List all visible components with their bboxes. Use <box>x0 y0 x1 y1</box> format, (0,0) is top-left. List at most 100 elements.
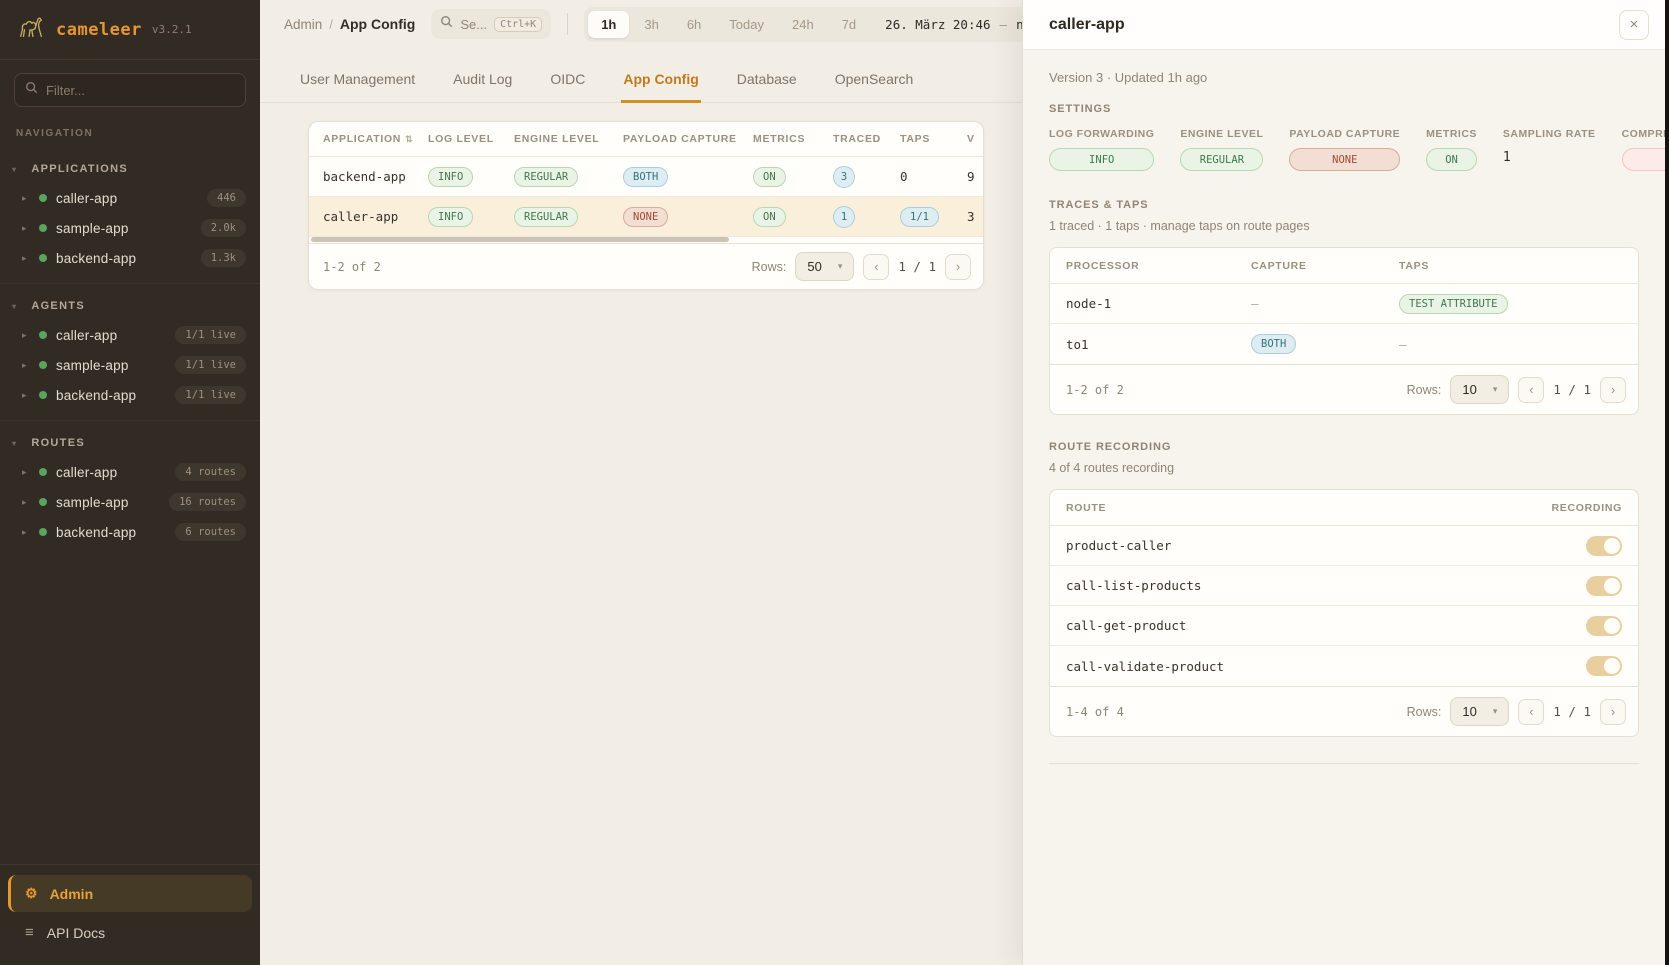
app-version: v3.2.1 <box>152 23 192 36</box>
field-label: METRICS <box>1426 128 1477 140</box>
table-header-row: APPLICATION ⇅ LOG LEVEL ENGINE LEVEL PAY… <box>309 122 983 157</box>
chevron-down-icon: ▾ <box>1493 706 1498 717</box>
col-application[interactable]: APPLICATION ⇅ <box>323 133 428 145</box>
cell-route: call-get-product <box>1066 618 1186 633</box>
search-placeholder-text: Se... <box>460 17 487 32</box>
close-panel-button[interactable]: × <box>1619 10 1649 40</box>
rows-per-page-select[interactable]: 10 ▾ <box>1450 375 1509 404</box>
sidebar-item-sample-app-routes[interactable]: ▸ sample-app 16 routes <box>0 487 260 517</box>
sidebar-filter[interactable] <box>14 73 246 107</box>
sidebar-item-backend-app-routes[interactable]: ▸ backend-app 6 routes <box>0 517 260 547</box>
col-taps: TAPS <box>900 133 967 145</box>
col-taps: TAPS <box>1399 260 1622 272</box>
sidebar-item-admin[interactable]: ⚙ Admin <box>8 875 252 912</box>
next-page-button[interactable]: › <box>945 254 971 280</box>
time-range-6h[interactable]: 6h <box>674 11 714 38</box>
status-dot <box>39 498 47 506</box>
tab-app-config[interactable]: App Config <box>621 58 700 103</box>
sidebar-item-backend-app-agent[interactable]: ▸ backend-app 1/1 live <box>0 380 260 410</box>
breadcrumb-parent[interactable]: Admin <box>284 17 322 32</box>
log-level-badge: INFO <box>428 167 473 187</box>
sidebar-item-caller-app[interactable]: ▸ caller-app 446 <box>0 183 260 213</box>
sidebar-item-caller-app-agent[interactable]: ▸ caller-app 1/1 live <box>0 320 260 350</box>
field-label: ENGINE LEVEL <box>1180 128 1263 140</box>
topbar-divider <box>567 13 568 35</box>
item-label: caller-app <box>56 465 166 480</box>
col-payload-capture: PAYLOAD CAPTURE <box>623 133 753 145</box>
chevron-right-icon: ▸ <box>22 527 30 538</box>
tab-opensearch[interactable]: OpenSearch <box>833 58 916 102</box>
count-badge: 1.3k <box>201 249 246 267</box>
col-recording: RECORDING <box>1552 502 1622 514</box>
sidebar-item-sample-app-agent[interactable]: ▸ sample-app 1/1 live <box>0 350 260 380</box>
sidebar-item-sample-app[interactable]: ▸ sample-app 2.0k <box>0 213 260 243</box>
sidebar-item-api-docs[interactable]: ≡ API Docs <box>8 912 252 953</box>
prev-page-button[interactable]: ‹ <box>863 254 889 280</box>
table-row-backend-app[interactable]: backend-app INFO REGULAR BOTH ON 3 0 9 <box>309 157 983 197</box>
page-indicator: 1 / 1 <box>1553 704 1591 719</box>
sidebar-item-backend-app[interactable]: ▸ backend-app 1.3k <box>0 243 260 273</box>
live-badge: 1/1 live <box>175 326 246 344</box>
traces-heading: TRACES & TAPS <box>1049 199 1639 211</box>
rows-per-page-select[interactable]: 50 ▾ <box>795 252 854 281</box>
table-row-caller-app[interactable]: caller-app INFO REGULAR NONE ON 1 1/1 3 <box>309 197 983 237</box>
page-indicator: 1 / 1 <box>898 259 936 274</box>
api-docs-label: API Docs <box>47 925 105 941</box>
group-label: ROUTES <box>31 437 85 449</box>
field-label: SAMPLING RATE <box>1503 128 1596 140</box>
time-range-24h[interactable]: 24h <box>779 11 827 38</box>
tab-database[interactable]: Database <box>735 58 799 102</box>
panel-divider <box>1049 763 1639 764</box>
traced-badge: 1 <box>833 206 855 228</box>
recording-toggle-on[interactable] <box>1586 616 1622 636</box>
col-metrics: METRICS <box>753 133 833 145</box>
traces-row-node-1[interactable]: node-1 — TEST ATTRIBUTE <box>1050 284 1638 324</box>
tab-user-management[interactable]: User Management <box>298 58 417 102</box>
sidebar-item-caller-app-routes[interactable]: ▸ caller-app 4 routes <box>0 457 260 487</box>
tab-oidc[interactable]: OIDC <box>548 58 587 102</box>
time-range-1h[interactable]: 1h <box>588 11 629 38</box>
recording-row-call-get-product: call-get-product <box>1050 606 1638 646</box>
recording-toggle-on[interactable] <box>1586 576 1622 596</box>
row-range: 1-4 of 4 <box>1066 705 1124 719</box>
time-range-7d[interactable]: 7d <box>829 11 869 38</box>
recording-toggle-on[interactable] <box>1586 536 1622 556</box>
cell-application: backend-app <box>323 169 428 184</box>
panel-body: Version 3 · Updated 1h ago SETTINGS LOG … <box>1023 50 1665 764</box>
group-header-routes[interactable]: ▾ ROUTES <box>0 429 260 457</box>
next-page-button[interactable]: › <box>1600 377 1626 403</box>
recording-row-call-validate-product: call-validate-product <box>1050 646 1638 686</box>
traces-row-to1[interactable]: to1 BOTH — <box>1050 324 1638 364</box>
recording-toggle-on[interactable] <box>1586 656 1622 676</box>
scrollbar-thumb[interactable] <box>311 237 729 242</box>
traces-header-row: PROCESSOR CAPTURE TAPS <box>1050 248 1638 284</box>
rows-per-page-select[interactable]: 10 ▾ <box>1450 697 1509 726</box>
cell-route: call-validate-product <box>1066 659 1224 674</box>
group-header-applications[interactable]: ▾ APPLICATIONS <box>0 155 260 183</box>
camel-logo-icon <box>16 12 46 47</box>
prev-page-button[interactable]: ‹ <box>1518 699 1544 725</box>
global-search-button[interactable]: Se... Ctrl+K <box>431 9 551 39</box>
cell-capture: — <box>1251 296 1399 311</box>
traces-table: PROCESSOR CAPTURE TAPS node-1 — TEST ATT… <box>1049 247 1639 415</box>
col-log-level: LOG LEVEL <box>428 133 514 145</box>
cell-route: product-caller <box>1066 538 1171 553</box>
field-engine-level: ENGINE LEVEL REGULAR <box>1180 128 1263 171</box>
group-header-agents[interactable]: ▾ AGENTS <box>0 292 260 320</box>
item-label: sample-app <box>56 221 192 236</box>
payload-capture-badge: NONE <box>623 207 668 227</box>
log-forwarding-badge: INFO <box>1049 148 1154 171</box>
field-log-forwarding: LOG FORWARDING INFO <box>1049 128 1154 171</box>
time-range-3h[interactable]: 3h <box>631 11 671 38</box>
col-processor: PROCESSOR <box>1066 260 1251 272</box>
next-page-button[interactable]: › <box>1600 699 1626 725</box>
time-range-today[interactable]: Today <box>716 11 777 38</box>
filter-input[interactable] <box>46 83 235 98</box>
prev-page-button[interactable]: ‹ <box>1518 377 1544 403</box>
status-dot <box>39 254 47 262</box>
traces-subtext: 1 traced · 1 taps · manage taps on route… <box>1049 219 1639 233</box>
settings-fields: LOG FORWARDING INFO ENGINE LEVEL REGULAR… <box>1049 128 1639 171</box>
item-label: caller-app <box>56 328 166 343</box>
field-sampling-rate: SAMPLING RATE 1 <box>1503 128 1596 171</box>
tab-audit-log[interactable]: Audit Log <box>451 58 514 102</box>
